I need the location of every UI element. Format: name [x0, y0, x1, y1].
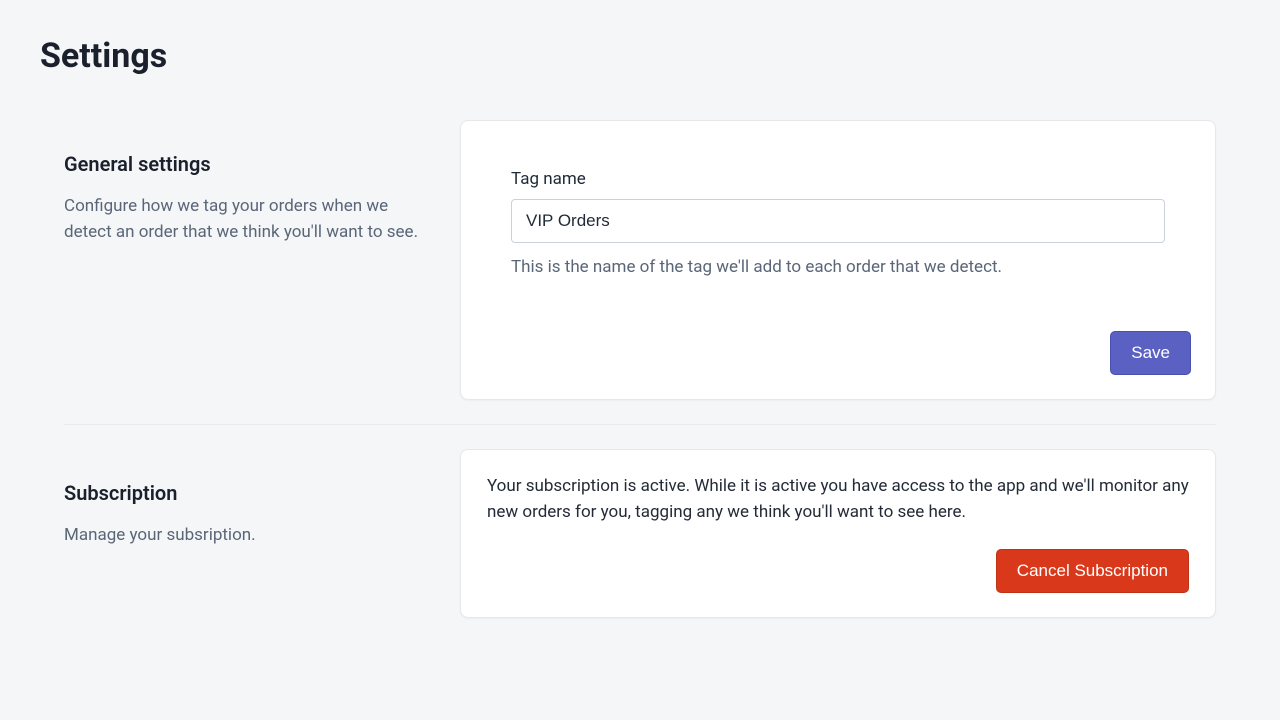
general-settings-heading: General settings	[64, 152, 420, 176]
tag-name-label: Tag name	[511, 169, 1165, 189]
save-button[interactable]: Save	[1110, 331, 1191, 375]
page-title: Settings	[40, 36, 1240, 76]
general-settings-meta: General settings Configure how we tag yo…	[64, 120, 460, 245]
cancel-subscription-button[interactable]: Cancel Subscription	[996, 549, 1189, 593]
subscription-card: Your subscription is active. While it is…	[460, 449, 1216, 618]
general-settings-description: Configure how we tag your orders when we…	[64, 194, 420, 245]
subscription-section: Subscription Manage your subsription. Yo…	[64, 449, 1216, 618]
section-divider	[64, 424, 1216, 425]
subscription-status-text: Your subscription is active. While it is…	[487, 474, 1189, 525]
subscription-description: Manage your subsription.	[64, 523, 420, 549]
general-settings-section: General settings Configure how we tag yo…	[64, 120, 1216, 400]
general-settings-card: Tag name This is the name of the tag we'…	[460, 120, 1216, 400]
subscription-meta: Subscription Manage your subsription.	[64, 449, 460, 549]
subscription-heading: Subscription	[64, 481, 420, 505]
tag-name-input[interactable]	[511, 199, 1165, 243]
tag-name-help: This is the name of the tag we'll add to…	[511, 257, 1165, 277]
